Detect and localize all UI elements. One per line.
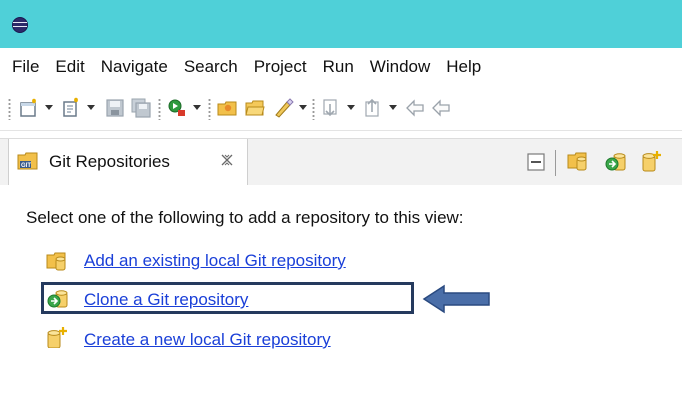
pen-dropdown-icon[interactable] xyxy=(297,102,309,114)
minimize-icon[interactable] xyxy=(526,152,546,172)
svg-text:GIT: GIT xyxy=(21,163,31,169)
toolbar-grip[interactable] xyxy=(8,98,11,120)
menu-window[interactable]: Window xyxy=(362,48,438,86)
view-tabstrip: GIT Git Repositories xyxy=(0,138,682,186)
open-folder-icon[interactable] xyxy=(244,97,266,119)
new-wizard-icon[interactable] xyxy=(60,97,82,119)
menu-help[interactable]: Help xyxy=(438,48,489,86)
next-annotation-icon[interactable] xyxy=(320,97,342,119)
menu-run[interactable]: Run xyxy=(315,48,362,86)
next-annotation-dropdown-icon[interactable] xyxy=(345,102,357,114)
run-icon[interactable] xyxy=(166,97,188,119)
toolbar-grip[interactable] xyxy=(208,98,211,120)
menu-project[interactable]: Project xyxy=(246,48,315,86)
toolbar-divider xyxy=(555,150,556,176)
main-toolbar xyxy=(0,86,682,131)
eclipse-logo-icon xyxy=(12,17,28,33)
add-repository-icon xyxy=(46,252,66,271)
create-repository-icon[interactable] xyxy=(640,149,666,173)
add-existing-repository-link[interactable]: Add an existing local Git repository xyxy=(84,251,346,271)
new-wizard-dropdown-icon[interactable] xyxy=(85,102,97,114)
add-repository-icon[interactable] xyxy=(566,150,592,174)
new-dropdown-icon[interactable] xyxy=(43,102,55,114)
back-icon[interactable] xyxy=(404,97,426,119)
create-repository-icon xyxy=(47,327,67,348)
new-icon[interactable] xyxy=(18,97,40,119)
view-prompt: Select one of the following to add a rep… xyxy=(26,208,464,227)
toolbar-grip[interactable] xyxy=(312,98,315,120)
close-icon[interactable] xyxy=(220,153,234,167)
create-repository-link[interactable]: Create a new local Git repository xyxy=(84,330,331,350)
previous-annotation-dropdown-icon[interactable] xyxy=(387,102,399,114)
git-repositories-icon: GIT xyxy=(17,152,38,170)
save-icon[interactable] xyxy=(104,97,126,119)
clone-repository-icon[interactable] xyxy=(603,150,629,174)
menu-file[interactable]: File xyxy=(0,48,47,86)
menu-search[interactable]: Search xyxy=(176,48,246,86)
menu-edit[interactable]: Edit xyxy=(47,48,92,86)
open-type-icon[interactable] xyxy=(216,97,238,119)
toolbar-grip[interactable] xyxy=(158,98,161,120)
tab-label: Git Repositories xyxy=(49,152,170,171)
run-dropdown-icon[interactable] xyxy=(191,102,203,114)
save-all-icon[interactable] xyxy=(130,97,152,119)
callout-arrow-icon xyxy=(422,284,490,314)
previous-annotation-icon[interactable] xyxy=(362,97,384,119)
pen-icon[interactable] xyxy=(272,97,294,119)
menubar: File Edit Navigate Search Project Run Wi… xyxy=(0,48,682,86)
back-icon[interactable] xyxy=(430,97,452,119)
tab-git-repositories[interactable]: GIT Git Repositories xyxy=(8,139,248,185)
window-titlebar xyxy=(0,0,682,48)
highlight-box xyxy=(41,282,414,314)
menu-navigate[interactable]: Navigate xyxy=(93,48,176,86)
